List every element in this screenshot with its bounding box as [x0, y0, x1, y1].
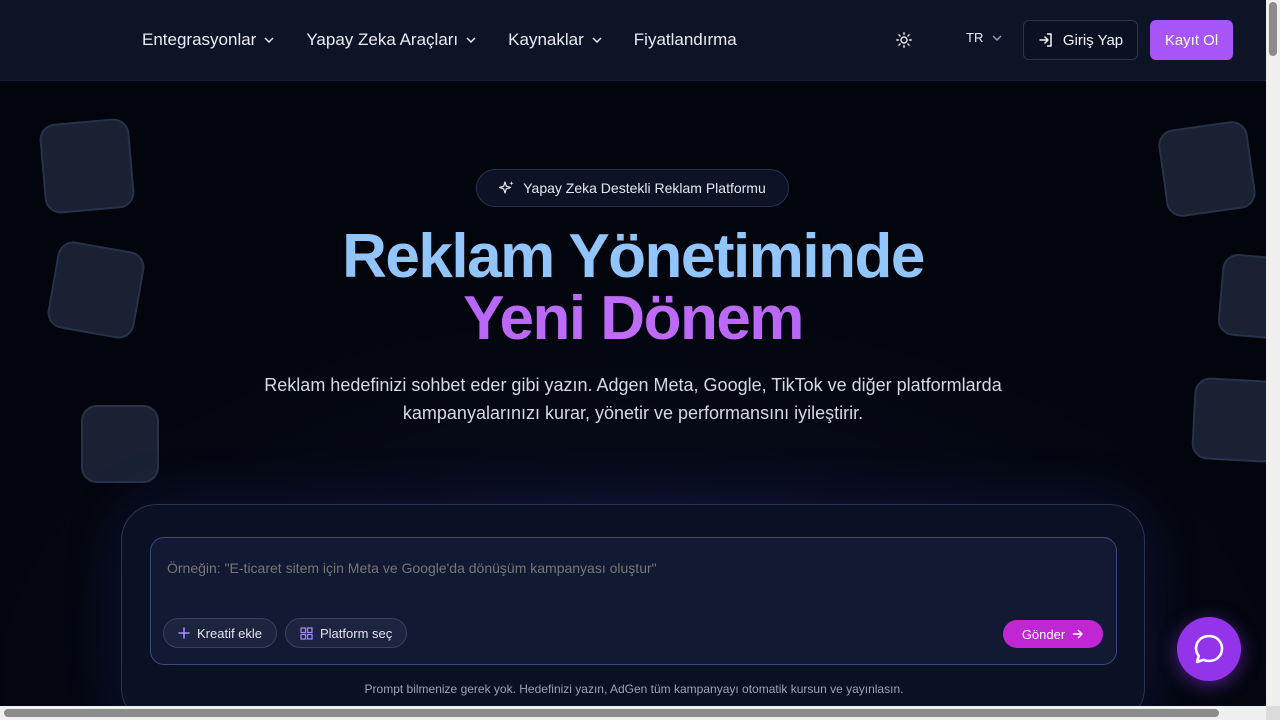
prompt-box: Kreatif ekle Platform seç Gönder: [150, 537, 1117, 665]
decorative-tile: [1156, 119, 1258, 219]
grid-icon: [300, 626, 313, 640]
scrollbar-corner: [1266, 706, 1280, 720]
signup-button[interactable]: Kayıt Ol: [1150, 20, 1233, 60]
horizontal-scrollbar[interactable]: [0, 706, 1280, 720]
login-icon: [1039, 33, 1052, 47]
nav-item-label: Fiyatlandırma: [633, 30, 737, 49]
add-creative-label: Kreatif ekle: [197, 625, 263, 641]
chevron-down-icon: [592, 37, 602, 44]
send-label: Gönder: [1021, 626, 1066, 642]
nav-item-label: Kaynaklar: [508, 30, 584, 49]
hero-section: Yapay Zeka Destekli Reklam Platformu Rek…: [0, 81, 1266, 706]
prompt-card: Kreatif ekle Platform seç Gönder Prompt …: [121, 504, 1145, 706]
select-platform-label: Platform seç: [320, 625, 393, 641]
arrow-right-icon: [1072, 629, 1083, 639]
select-platform-button[interactable]: Platform seç: [285, 618, 408, 648]
top-navbar: Entegrasyonlar Yapay Zeka Araçları Kayna…: [0, 0, 1266, 81]
hero-badge-label: Yapay Zeka Destekli Reklam Platformu: [523, 180, 766, 196]
hero-title-line1: Reklam Yönetiminde: [342, 222, 925, 291]
language-selector[interactable]: TR: [966, 30, 1002, 45]
add-creative-button[interactable]: Kreatif ekle: [163, 618, 278, 648]
theme-toggle-button[interactable]: [894, 30, 914, 50]
decorative-tile: [1190, 376, 1266, 464]
hero-subtitle: Reklam hedefinizi sohbet eder gibi yazın…: [264, 375, 1002, 423]
login-label: Giriş Yap: [1062, 31, 1124, 49]
nav-item-yapay-zeka-araclari[interactable]: Yapay Zeka Araçları: [306, 30, 476, 50]
language-label: TR: [966, 30, 984, 45]
signup-label: Kayıt Ol: [1164, 31, 1219, 49]
send-button[interactable]: Gönder: [1003, 620, 1103, 648]
decorative-tile: [38, 117, 136, 215]
nav-item-fiyatlandirma[interactable]: Fiyatlandırma: [634, 30, 737, 50]
prompt-input[interactable]: [167, 560, 1097, 576]
nav-item-label: Entegrasyonlar: [142, 30, 257, 49]
nav-item-label: Yapay Zeka Araçları: [306, 30, 459, 49]
chevron-down-icon: [992, 35, 1002, 41]
vertical-scrollbar[interactable]: [1266, 0, 1280, 706]
nav-item-entegrasyonlar[interactable]: Entegrasyonlar: [142, 30, 274, 50]
vertical-scrollbar-thumb[interactable]: [1269, 2, 1277, 56]
sparkles-icon: [499, 181, 515, 194]
decorative-tile: [81, 405, 159, 483]
chat-bubble-icon: [1194, 634, 1224, 664]
nav-item-kaynaklar[interactable]: Kaynaklar: [508, 30, 602, 50]
hero-badge: Yapay Zeka Destekli Reklam Platformu: [476, 169, 789, 207]
sun-icon: [896, 32, 912, 48]
plus-icon: [178, 627, 190, 639]
login-button[interactable]: Giriş Yap: [1023, 20, 1138, 60]
horizontal-scrollbar-thumb[interactable]: [4, 709, 1219, 717]
chevron-down-icon: [466, 37, 476, 44]
chevron-down-icon: [264, 37, 274, 44]
chat-button[interactable]: [1177, 617, 1241, 681]
main-nav: Entegrasyonlar Yapay Zeka Araçları Kayna…: [142, 0, 769, 80]
hero-title-line2: Yeni Dönem: [0, 283, 1266, 354]
prompt-hint: Prompt bilmenize gerek yok. Hedefinizi y…: [364, 682, 904, 696]
